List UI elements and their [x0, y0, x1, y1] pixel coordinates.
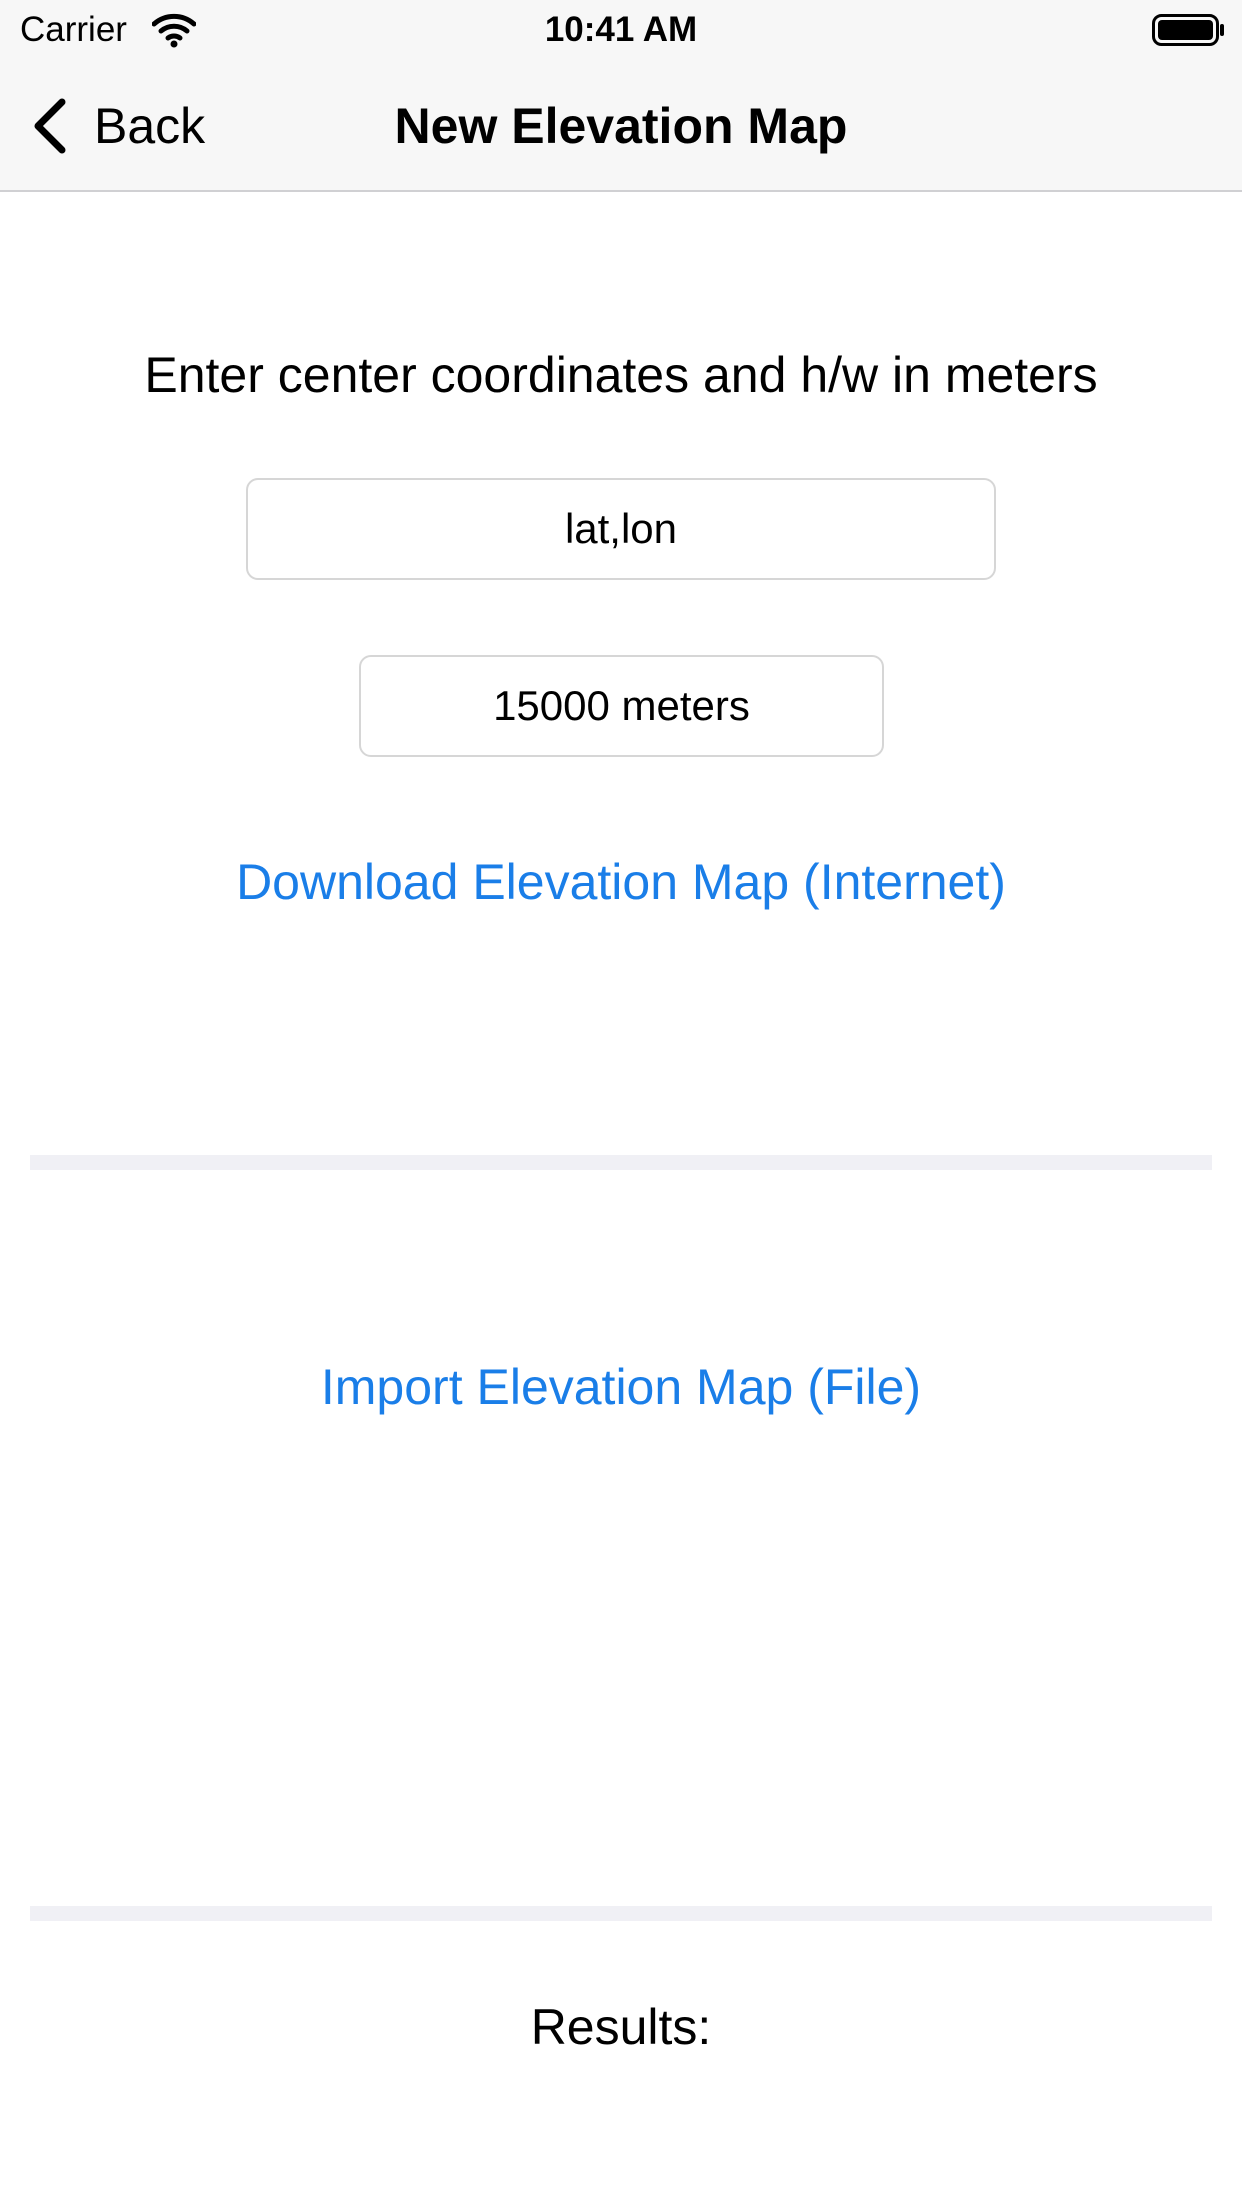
- instruction-text: Enter center coordinates and h/w in mete…: [144, 347, 1098, 403]
- size-meters-input[interactable]: [359, 655, 884, 757]
- download-elevation-map-button[interactable]: Download Elevation Map (Internet): [0, 847, 1242, 917]
- section-divider: [30, 1906, 1212, 1921]
- results-label: Results:: [530, 1999, 712, 2055]
- section-divider: [30, 1155, 1212, 1170]
- navigation-bar: Back New Elevation Map: [0, 60, 1242, 192]
- coordinates-input[interactable]: [246, 478, 996, 580]
- battery-icon: [1152, 14, 1224, 46]
- page-title: New Elevation Map: [394, 98, 848, 154]
- import-elevation-map-button[interactable]: Import Elevation Map (File): [0, 1352, 1242, 1422]
- status-time: 10:41 AM: [544, 10, 698, 49]
- status-bar: Carrier 10:41 AM: [0, 0, 1242, 60]
